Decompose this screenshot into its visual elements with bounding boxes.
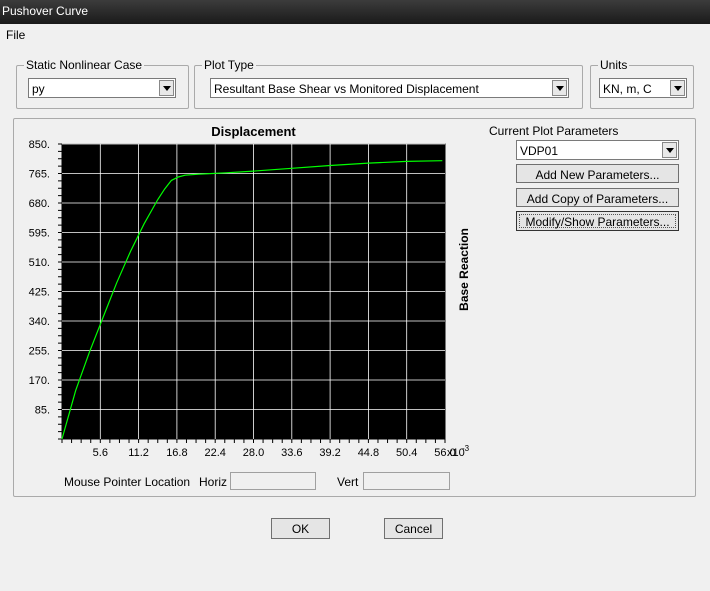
cancel-label: Cancel [394, 522, 433, 536]
chevron-down-icon[interactable] [670, 80, 685, 96]
x-exponent-power: -3 [462, 444, 470, 453]
horiz-field [230, 472, 316, 490]
chart-title: Displacement [211, 124, 296, 139]
title-bar: Pushover Curve [0, 0, 710, 24]
add-copy-parameters-label: Add Copy of Parameters... [526, 192, 669, 206]
static-case-value: py [32, 82, 45, 96]
x-tick-label: 39.2 [319, 447, 340, 459]
horiz-label: Horiz [199, 475, 228, 489]
y-tick-label: 85. [35, 405, 50, 417]
static-case-dropdown[interactable]: py [28, 78, 176, 98]
x-tick-label: 22.4 [204, 447, 225, 459]
chevron-down-icon[interactable] [159, 80, 174, 96]
plot-type-label: Plot Type [202, 58, 256, 72]
static-case-group: Static Nonlinear Case py [16, 58, 189, 109]
x-tick-label: 44.8 [358, 447, 379, 459]
pointer-location-label: Mouse Pointer Location [64, 475, 191, 489]
x-tick-label: 33.6 [281, 447, 302, 459]
plot-type-dropdown[interactable]: Resultant Base Shear vs Monitored Displa… [210, 78, 569, 98]
params-dropdown[interactable]: VDP01 [516, 140, 679, 160]
cancel-button[interactable]: Cancel [384, 518, 443, 539]
y-tick-label: 510. [29, 257, 50, 269]
menu-bar: File [0, 26, 710, 45]
y-tick-label: 340. [29, 316, 50, 328]
add-new-parameters-label: Add New Parameters... [535, 168, 660, 182]
plot-type-group: Plot Type Resultant Base Shear vs Monito… [194, 58, 583, 109]
ok-button[interactable]: OK [271, 518, 330, 539]
y-tick-label: 765. [29, 169, 50, 181]
ok-label: OK [291, 522, 310, 536]
x-tick-label: 11.2 [128, 447, 149, 459]
plot-type-value: Resultant Base Shear vs Monitored Displa… [214, 82, 479, 96]
y-tick-label: 170. [29, 375, 50, 387]
y-tick-label: 425. [29, 287, 50, 299]
x-tick-label: 16.8 [166, 447, 187, 459]
window-title: Pushover Curve [2, 4, 89, 18]
y-tick-label: 595. [29, 228, 50, 240]
vert-label: Vert [337, 475, 359, 489]
params-value: VDP01 [520, 144, 559, 158]
add-new-parameters-button[interactable]: Add New Parameters... [516, 164, 679, 183]
x-tick-label: 28.0 [243, 447, 264, 459]
static-case-label: Static Nonlinear Case [24, 58, 145, 72]
menu-file[interactable]: File [6, 28, 25, 42]
y-tick-label: 680. [29, 198, 50, 210]
chevron-down-icon[interactable] [552, 80, 567, 96]
modify-show-parameters-button[interactable]: Modify/Show Parameters... [516, 211, 679, 231]
x-tick-label: 5.6 [93, 447, 108, 459]
units-value: KN, m, C [603, 82, 652, 96]
current-params-label: Current Plot Parameters [489, 124, 619, 138]
units-label: Units [598, 58, 630, 72]
units-dropdown[interactable]: KN, m, C [599, 78, 687, 98]
y-axis-label: Base Reaction [457, 228, 471, 311]
vert-field [363, 472, 450, 490]
y-tick-label: 255. [29, 346, 50, 358]
modify-show-parameters-label: Modify/Show Parameters... [525, 215, 670, 229]
units-group: Units KN, m, C [590, 58, 694, 109]
pushover-chart[interactable]: Displacement 5.6 11.2 16.8 22.4 28.0 33.6 39.2 4… [22, 124, 488, 464]
chevron-down-icon[interactable] [662, 142, 677, 158]
add-copy-parameters-button[interactable]: Add Copy of Parameters... [516, 188, 679, 207]
x-tick-label: 50.4 [396, 447, 417, 459]
y-tick-label: 850. [29, 139, 50, 151]
